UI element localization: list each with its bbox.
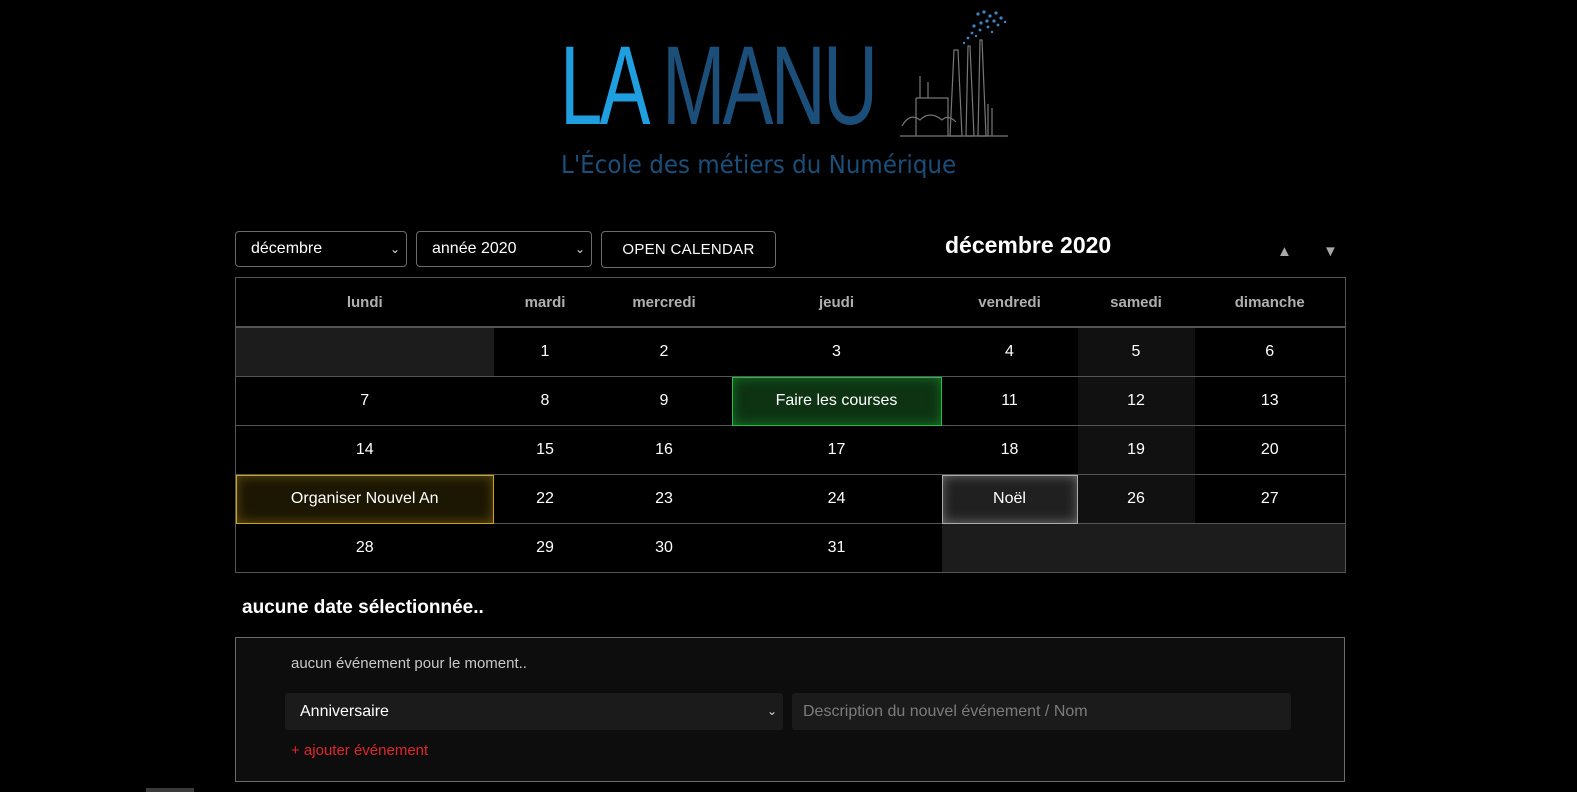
calendar-day[interactable]: 26 <box>1077 474 1195 524</box>
chevron-down-icon: ⌄ <box>766 704 777 718</box>
calendar-day[interactable]: 18 <box>941 425 1078 475</box>
calendar-day-empty <box>1194 523 1346 573</box>
calendar-day[interactable]: 31 <box>731 523 942 573</box>
calendar-week-row: 28 29 30 31 <box>235 523 1346 573</box>
calendar-day[interactable]: 19 <box>1077 425 1195 475</box>
event-type-select[interactable]: Anniversaire ⌄ <box>285 693 783 730</box>
event-type-value: Anniversaire <box>300 703 389 720</box>
logo-subtitle: L'École des métiers du Numérique <box>561 150 957 179</box>
calendar-week-row: 14 15 16 17 18 19 20 <box>235 425 1346 475</box>
weekday-header: vendredi <box>941 277 1078 328</box>
logo: LA MANU L'École des métiers du Numérique <box>560 8 1020 188</box>
chevron-down-icon: ⌄ <box>389 242 400 256</box>
calendar-day[interactable]: 9 <box>596 376 732 426</box>
weekday-header: samedi <box>1077 277 1195 328</box>
calendar-day[interactable]: 24 <box>731 474 942 524</box>
calendar-day[interactable]: 17 <box>731 425 942 475</box>
calendar-day-empty <box>941 523 1078 573</box>
weekday-header: mercredi <box>596 277 732 328</box>
calendar-day[interactable]: 11 <box>941 376 1078 426</box>
calendar-grid: lundi mardi mercredi jeudi vendredi same… <box>235 277 1346 573</box>
no-events-text: aucun événement pour le moment.. <box>291 655 527 672</box>
month-select-value: décembre <box>251 240 323 257</box>
calendar-week-row: 7 8 9 Faire les courses 11 12 13 <box>235 376 1346 426</box>
calendar-day-empty <box>1077 523 1195 573</box>
triangle-down-icon[interactable]: ▼ <box>1323 243 1338 260</box>
calendar-day[interactable]: 20 <box>1194 425 1346 475</box>
calendar-week-row: 1 2 3 4 5 6 <box>235 326 1346 377</box>
calendar-day[interactable]: 4 <box>941 326 1078 377</box>
year-select-value: année 2020 <box>432 240 517 257</box>
selected-date-title: aucune date sélectionnée.. <box>242 597 484 618</box>
month-select[interactable]: décembre ⌄ <box>235 231 407 267</box>
calendar-day[interactable]: 13 <box>1194 376 1346 426</box>
calendar-day-event[interactable]: Faire les courses <box>731 376 942 426</box>
calendar-day[interactable]: 6 <box>1194 326 1346 377</box>
calendar-day-event[interactable]: Noël <box>941 474 1078 524</box>
calendar-day[interactable]: 28 <box>235 523 494 573</box>
calendar-day[interactable]: 2 <box>596 326 732 377</box>
weekday-header: jeudi <box>731 277 942 328</box>
events-panel: aucun événement pour le moment.. Anniver… <box>235 637 1345 782</box>
weekday-header: mardi <box>493 277 597 328</box>
event-description-input[interactable] <box>792 693 1291 730</box>
open-calendar-button[interactable]: OPEN CALENDAR <box>601 231 776 268</box>
calendar-day[interactable]: 5 <box>1077 326 1195 377</box>
scrollbar-thumb[interactable] <box>146 788 194 792</box>
calendar-day[interactable]: 27 <box>1194 474 1346 524</box>
calendar-day[interactable]: 22 <box>493 474 597 524</box>
calendar-day[interactable]: 16 <box>596 425 732 475</box>
calendar-day[interactable]: 8 <box>493 376 597 426</box>
calendar-day[interactable]: 30 <box>596 523 732 573</box>
calendar-day[interactable]: 12 <box>1077 376 1195 426</box>
factory-icon <box>900 10 1008 137</box>
calendar-day-empty <box>235 326 494 377</box>
logo-title-part2: MANU <box>661 23 878 148</box>
calendar-day[interactable]: 23 <box>596 474 732 524</box>
calendar-day[interactable]: 1 <box>493 326 597 377</box>
calendar-day[interactable]: 7 <box>235 376 494 426</box>
calendar-day[interactable]: 29 <box>493 523 597 573</box>
calendar-day-event[interactable]: Organiser Nouvel An <box>235 474 494 524</box>
triangle-up-icon[interactable]: ▲ <box>1277 243 1292 260</box>
weekday-header: dimanche <box>1194 277 1346 328</box>
logo-title: LA MANU <box>560 30 878 142</box>
calendar-day[interactable]: 3 <box>731 326 942 377</box>
weekday-header-row: lundi mardi mercredi jeudi vendredi same… <box>235 277 1346 328</box>
add-event-link[interactable]: + ajouter événement <box>291 742 428 759</box>
month-title: décembre 2020 <box>945 232 1112 258</box>
chevron-down-icon: ⌄ <box>574 242 585 256</box>
logo-title-part1: LA <box>560 23 646 148</box>
year-select[interactable]: année 2020 ⌄ <box>416 231 592 267</box>
calendar-week-row: Organiser Nouvel An 22 23 24 Noël 26 27 <box>235 474 1346 524</box>
calendar-day[interactable]: 14 <box>235 425 494 475</box>
calendar-day[interactable]: 15 <box>493 425 597 475</box>
weekday-header: lundi <box>235 277 494 328</box>
